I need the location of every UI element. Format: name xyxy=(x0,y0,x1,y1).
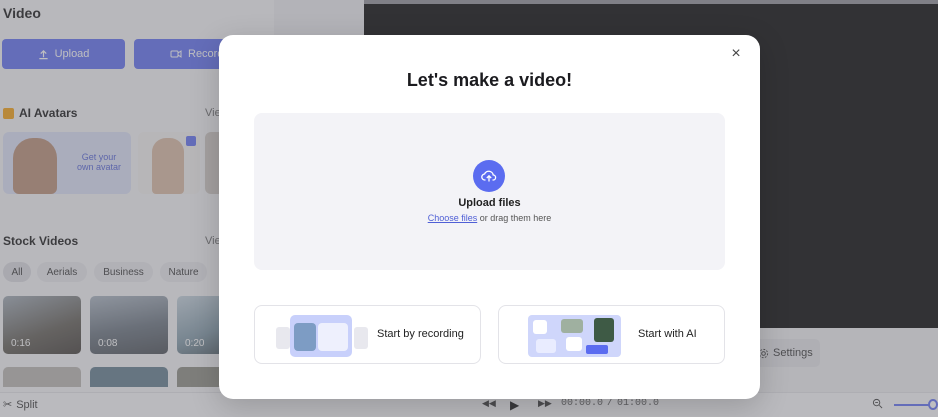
upload-hint: Choose files or drag them here xyxy=(254,213,725,223)
illustration-panel xyxy=(276,327,290,349)
start-recording-option[interactable]: Start by recording xyxy=(254,305,481,364)
illustration-tile xyxy=(566,337,582,351)
upload-cloud-icon xyxy=(473,160,505,192)
choose-files-link[interactable]: Choose files xyxy=(428,213,478,223)
person-thumbnail xyxy=(294,323,316,351)
illustration-panel xyxy=(318,323,348,351)
start-with-ai-label: Start with AI xyxy=(638,328,697,340)
illustration-tile xyxy=(533,320,547,334)
illustration-tile xyxy=(536,339,556,353)
illustration-panel xyxy=(354,327,368,349)
modal-title: Let's make a video! xyxy=(406,70,573,90)
ai-illustration xyxy=(528,315,621,357)
create-video-modal: × Let's make a video! Upload files Choos… xyxy=(219,35,760,399)
illustration-tile xyxy=(561,319,583,333)
illustration-tile xyxy=(594,318,614,342)
upload-files-title: Upload files xyxy=(458,197,521,209)
start-recording-label: Start by recording xyxy=(377,328,464,340)
illustration-tile xyxy=(586,345,608,354)
recording-illustration xyxy=(276,315,372,357)
close-icon[interactable]: × xyxy=(728,46,744,62)
upload-dropzone[interactable]: Upload files Choose files or drag them h… xyxy=(254,113,725,270)
drag-hint-text: or drag them here xyxy=(479,213,552,223)
start-with-ai-option[interactable]: Start with AI xyxy=(498,305,725,364)
